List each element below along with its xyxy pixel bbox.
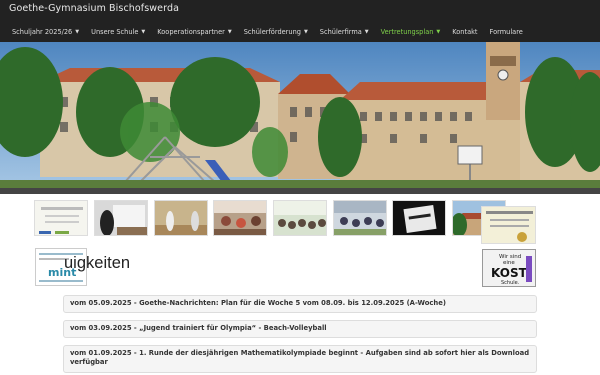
nav-item-label: Schuljahr 2025/26 — [12, 28, 73, 36]
nav-item-schuelerfirma[interactable]: Schülerfirma ▼ — [314, 28, 375, 36]
thumbnail-strip — [0, 198, 600, 244]
thumbnail-students[interactable] — [333, 200, 387, 236]
news-item-title: vom 05.09.2025 - Goethe-Nachrichten: Pla… — [70, 299, 446, 307]
thumbnail-certificate[interactable] — [34, 200, 88, 236]
thumbnail-crowd[interactable] — [273, 200, 327, 236]
school-building-photo — [0, 42, 600, 194]
caret-down-icon: ▼ — [303, 29, 308, 35]
kost-line3: Schule. — [501, 280, 520, 286]
nav-item-label: Unsere Schule — [91, 28, 139, 36]
caret-down-icon: ▼ — [436, 29, 441, 35]
news-item[interactable]: vom 05.09.2025 - Goethe-Nachrichten: Pla… — [63, 295, 537, 313]
thumbnail-classroom[interactable] — [94, 200, 148, 236]
hero-image — [0, 42, 600, 194]
site-brand[interactable]: Goethe-Gymnasium Bischofswerda — [9, 3, 179, 14]
nav-item-vertretungsplan[interactable]: Vertretungsplan ▼ — [375, 28, 447, 36]
nav-item-label: Schülerförderung — [243, 28, 301, 36]
page-title: uigkeiten — [64, 254, 131, 272]
nav-item-kooperationspartner[interactable]: Kooperationspartner ▼ — [151, 28, 237, 36]
caret-down-icon: ▼ — [227, 29, 232, 35]
news-item-title: vom 03.09.2025 - „Jugend trainiert für O… — [70, 324, 327, 332]
news-item[interactable]: vom 03.09.2025 - „Jugend trainiert für O… — [63, 320, 537, 338]
nav-item-label: Formulare — [489, 28, 523, 36]
thumbnail-award[interactable] — [481, 206, 536, 244]
news-item-title: vom 01.09.2025 - 1. Runde der diesjährig… — [70, 349, 530, 366]
main-nav: Schuljahr 2025/26 ▼ Unsere Schule ▼ Koop… — [0, 24, 529, 40]
thumbnail-sports[interactable] — [154, 200, 208, 236]
news-item[interactable]: vom 01.09.2025 - 1. Runde der diesjährig… — [63, 345, 537, 373]
nav-item-formulare[interactable]: Formulare — [484, 28, 529, 36]
nav-item-schuelerfoerderung[interactable]: Schülerförderung ▼ — [238, 28, 314, 36]
caret-down-icon: ▼ — [364, 29, 369, 35]
nav-item-label: Vertretungsplan — [380, 28, 434, 36]
caret-down-icon: ▼ — [75, 29, 80, 35]
kost-big: KOST — [491, 266, 528, 280]
nav-item-label: Kontakt — [452, 28, 478, 36]
nav-item-unsere-schule[interactable]: Unsere Schule ▼ — [85, 28, 151, 36]
thumbnail-group[interactable] — [213, 200, 267, 236]
thumbnail-logo-dark[interactable] — [392, 200, 446, 236]
nav-item-kontakt[interactable]: Kontakt — [446, 28, 483, 36]
kost-logo-icon: Wir sind eine KOST Schule. — [483, 250, 535, 286]
nav-item-schuljahr[interactable]: Schuljahr 2025/26 ▼ — [6, 28, 85, 36]
caret-down-icon: ▼ — [141, 29, 146, 35]
nav-item-label: Kooperationspartner — [157, 28, 225, 36]
top-navbar: Goethe-Gymnasium Bischofswerda Schuljahr… — [0, 0, 600, 43]
nav-item-label: Schülerfirma — [319, 28, 362, 36]
kost-badge[interactable]: Wir sind eine KOST Schule. — [482, 249, 536, 287]
